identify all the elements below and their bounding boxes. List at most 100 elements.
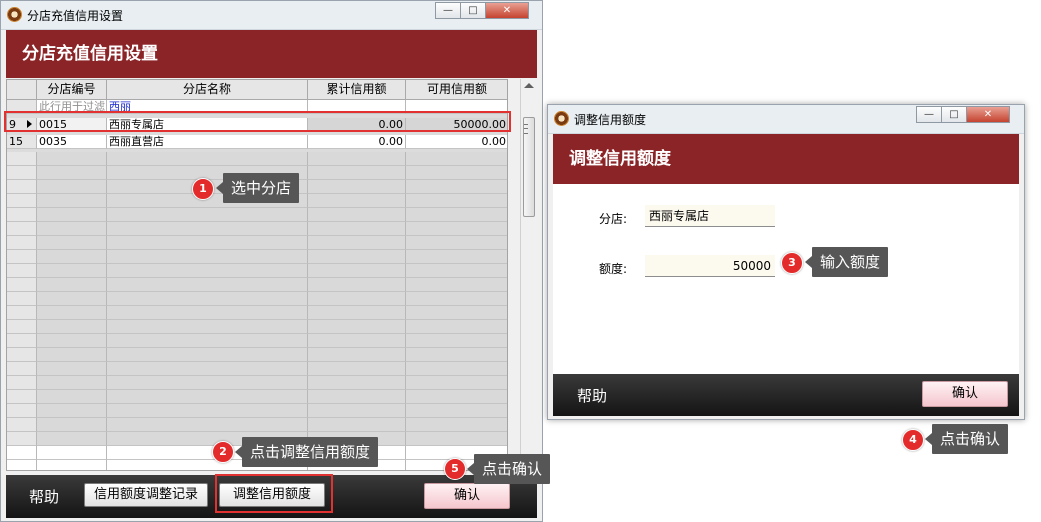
main-header: 分店充值信用设置 [6,30,537,78]
empty-cell [308,376,406,390]
minimize-icon[interactable]: — [916,106,942,123]
main-confirm-button[interactable]: 确认 [424,483,510,509]
dialog-title: 调整信用额度 [574,113,647,127]
dialog-window-controls: — □ ✕ [916,106,1010,123]
app-icon [554,111,569,126]
dialog-titlebar[interactable]: 调整信用额度 — □ ✕ [548,105,1024,134]
step-badge-3: 3 [781,252,803,274]
empty-cell [7,264,37,278]
empty-cell [7,460,37,470]
empty-cell [37,152,107,166]
main-window-title: 分店充值信用设置 [27,9,124,23]
empty-cell [7,180,37,194]
empty-cell [7,320,37,334]
empty-cell [406,222,507,236]
maximize-icon[interactable]: □ [941,106,967,123]
amount-label: 额度: [599,262,628,276]
empty-cell [308,362,406,376]
empty-cell [7,236,37,250]
step-badge-4: 4 [902,429,924,451]
empty-cell [308,180,406,194]
empty-cell [107,250,308,264]
column-header-code[interactable]: 分店编号 [37,80,107,100]
scroll-up-icon[interactable] [524,83,534,88]
empty-cell [7,306,37,320]
empty-cell [308,306,406,320]
empty-cell [7,194,37,208]
empty-cell [406,348,507,362]
empty-cell [7,278,37,292]
empty-cell [37,222,107,236]
empty-cell [308,194,406,208]
empty-cell [107,292,308,306]
empty-cell [107,278,308,292]
step-tip-4: 点击确认 [924,424,1009,454]
cell-code[interactable]: 0035 [37,135,107,149]
column-header-total[interactable]: 累计信用额 [308,80,406,100]
step-tip-5: 点击确认 [466,454,551,484]
empty-cell [308,320,406,334]
empty-cell [406,390,507,404]
empty-cell [37,348,107,362]
cell-available[interactable]: 0.00 [406,135,507,149]
empty-cell [37,446,107,460]
empty-cell [406,404,507,418]
credit-records-button[interactable]: 信用额度调整记录 [84,483,208,507]
empty-cell [7,348,37,362]
empty-cell [107,236,308,250]
column-header-name[interactable]: 分店名称 [107,80,308,100]
empty-cell [7,166,37,180]
empty-cell [37,390,107,404]
empty-cell [406,432,507,446]
empty-cell [406,362,507,376]
empty-cell [406,376,507,390]
empty-cell [37,334,107,348]
maximize-icon[interactable]: □ [460,2,486,19]
dialog-body: 分店: 西丽专属店 额度: 50000 [553,184,1019,374]
empty-cell [107,264,308,278]
empty-cell [308,292,406,306]
main-titlebar[interactable]: 分店充值信用设置 — □ ✕ [1,1,542,30]
column-header-available[interactable]: 可用信用额 [406,80,507,100]
branch-grid[interactable]: 分店编号 分店名称 累计信用额 可用信用额 此行用于过滤 西丽 9 0015 西… [6,79,508,471]
minimize-icon[interactable]: — [435,2,461,19]
empty-cell [37,180,107,194]
help-link[interactable]: 帮助 [29,486,59,507]
empty-cell [37,264,107,278]
dialog-confirm-button[interactable]: 确认 [922,381,1008,407]
adjust-button-highlight [215,474,333,513]
main-header-title: 分店充值信用设置 [22,44,158,64]
empty-cell [406,418,507,432]
empty-cell [308,334,406,348]
cell-total[interactable]: 0.00 [308,135,406,149]
empty-cell [37,166,107,180]
empty-cell [406,208,507,222]
dialog-header: 调整信用额度 [553,134,1019,184]
step-badge-5: 5 [444,458,466,480]
empty-cell [406,264,507,278]
step-tip-3: 输入额度 [804,247,889,277]
empty-cell [406,292,507,306]
close-icon[interactable]: ✕ [485,2,529,19]
empty-cell [7,390,37,404]
grid-scrollbar[interactable] [520,79,537,471]
empty-cell [308,348,406,362]
step-badge-1: 1 [192,178,214,200]
empty-cell [37,278,107,292]
empty-cell [308,152,406,166]
empty-cell [37,292,107,306]
step-badge-2: 2 [212,441,234,463]
empty-cell [308,222,406,236]
amount-input[interactable]: 50000 [645,255,775,277]
empty-cell [37,306,107,320]
empty-cell [107,320,308,334]
empty-cell [406,306,507,320]
help-link[interactable]: 帮助 [577,385,607,406]
empty-cell [107,362,308,376]
empty-cell [107,222,308,236]
scroll-grip-icon [524,124,528,134]
close-icon[interactable]: ✕ [966,106,1010,123]
cell-name[interactable]: 西丽直营店 [107,135,308,149]
empty-cell [308,278,406,292]
empty-cell [406,320,507,334]
